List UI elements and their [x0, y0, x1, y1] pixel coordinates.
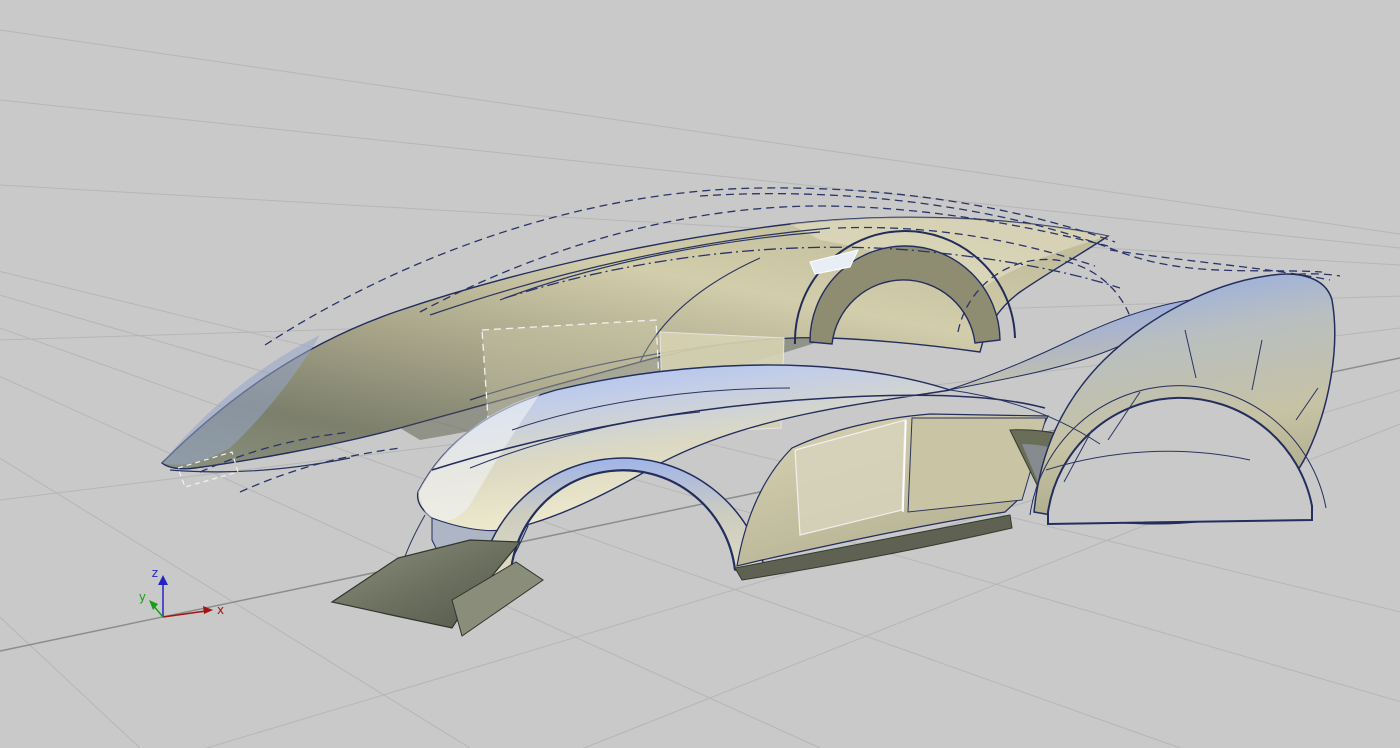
viewport-canvas[interactable]: z x y — [0, 0, 1400, 748]
y-axis-label: y — [139, 590, 146, 604]
z-axis-label: z — [152, 566, 158, 580]
x-axis-label: x — [217, 603, 224, 617]
